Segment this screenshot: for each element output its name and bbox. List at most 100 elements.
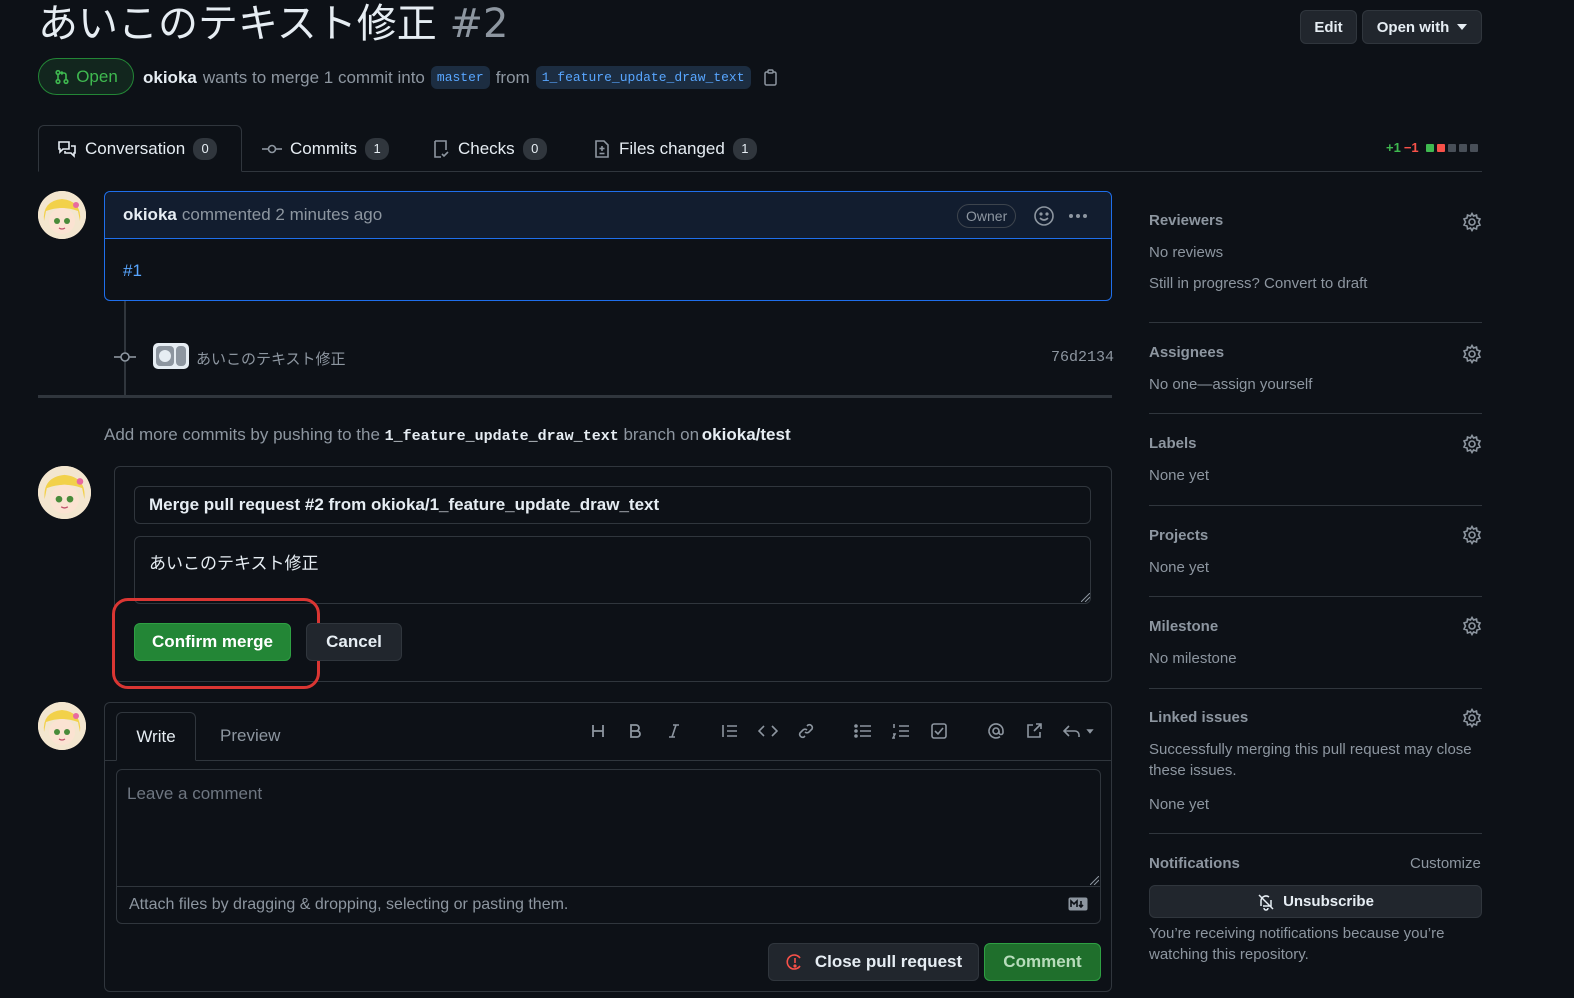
tab-files-changed-label: Files changed <box>619 138 725 158</box>
cross-reference-icon[interactable] <box>1021 718 1047 744</box>
tab-files-changed-count: 1 <box>732 137 757 160</box>
open-with-label: Open with <box>1376 18 1450 36</box>
file-diff-icon <box>595 139 609 158</box>
from-text: from <box>495 67 530 87</box>
reviewers-heading[interactable]: Reviewers <box>1149 212 1223 229</box>
tab-checks[interactable]: Checks 0 <box>432 125 547 172</box>
avatar[interactable] <box>38 466 91 519</box>
gear-icon[interactable] <box>1462 434 1482 454</box>
comment-button[interactable]: Comment <box>984 943 1101 981</box>
status-badge-label: Open <box>76 66 118 86</box>
unsubscribe-label: Unsubscribe <box>1283 893 1374 910</box>
smiley-icon[interactable] <box>1033 205 1055 227</box>
close-pull-request-label: Close pull request <box>814 952 963 971</box>
gear-icon[interactable] <box>1462 708 1482 728</box>
ordered-list-icon[interactable] <box>888 718 914 744</box>
open-with-button[interactable]: Open with <box>1362 10 1482 44</box>
timeline-end-divider <box>38 395 1112 398</box>
resize-handle-icon[interactable] <box>1081 593 1090 602</box>
edit-button-label: Edit <box>1314 18 1343 36</box>
push-hint-repo[interactable]: okioka/test <box>702 425 791 444</box>
kebab-horizontal-icon[interactable] <box>1067 205 1089 227</box>
linked-issues-value: None yet <box>1149 796 1210 813</box>
comment-placeholder: Leave a comment <box>127 784 263 803</box>
milestone-heading[interactable]: Milestone <box>1149 618 1218 635</box>
diffstat: +1 −1 <box>1386 140 1478 155</box>
tab-checks-count: 0 <box>522 137 547 160</box>
push-hint-middle: branch on <box>623 425 700 444</box>
avatar[interactable] <box>38 702 86 750</box>
commit-sha-link[interactable]: 76d2134 <box>1051 349 1114 366</box>
comment-timestamp[interactable]: commented 2 minutes ago <box>182 205 382 225</box>
author-link[interactable]: okioka <box>143 68 197 88</box>
push-hint-prefix: Add more commits by pushing to the <box>104 425 380 444</box>
tab-write-label: Write <box>136 726 176 746</box>
assign-yourself-link[interactable]: No one—assign yourself <box>1149 374 1312 395</box>
gear-icon[interactable] <box>1462 525 1482 545</box>
sidebar-divider <box>1149 322 1482 323</box>
sidebar-divider <box>1149 596 1482 597</box>
commit-message-link[interactable]: あいこのテキスト修正 <box>196 348 346 369</box>
status-badge: Open <box>38 58 134 95</box>
tab-preview[interactable]: Preview <box>220 726 280 746</box>
gear-icon[interactable] <box>1462 212 1482 232</box>
avatar[interactable] <box>38 191 86 239</box>
comment-body-link[interactable]: #1 <box>105 239 1111 303</box>
comment-author[interactable]: okioka <box>123 205 177 225</box>
customize-link[interactable]: Customize <box>1410 855 1481 872</box>
heading-icon[interactable] <box>585 718 611 744</box>
committer-avatar[interactable] <box>153 343 189 369</box>
quote-icon[interactable] <box>717 718 743 744</box>
resize-handle-icon[interactable] <box>1090 876 1099 885</box>
merge-title-input[interactable]: Merge pull request #2 from okioka/1_feat… <box>134 486 1091 524</box>
cancel-button[interactable]: Cancel <box>306 623 402 661</box>
labels-value: None yet <box>1149 467 1210 484</box>
tasklist-icon[interactable] <box>926 718 952 744</box>
tab-commits-count: 1 <box>365 137 390 160</box>
projects-heading[interactable]: Projects <box>1149 527 1208 544</box>
pr-number: #2 <box>449 1 509 47</box>
link-icon[interactable] <box>793 718 819 744</box>
attach-files-hint: Attach files by dragging & dropping, sel… <box>129 896 569 913</box>
sidebar-divider <box>1149 505 1482 506</box>
comment-textarea[interactable]: Leave a comment <box>116 769 1101 887</box>
confirm-merge-button[interactable]: Confirm merge <box>134 623 291 661</box>
owner-badge: Owner <box>957 204 1017 228</box>
saved-replies-icon[interactable] <box>1060 718 1100 744</box>
tab-write[interactable]: Write <box>116 712 196 761</box>
notification-reason: You’re receiving notifications because y… <box>1149 925 1445 963</box>
mention-icon[interactable] <box>983 718 1009 744</box>
git-commit-icon <box>262 144 282 153</box>
notifications-heading: Notifications <box>1149 855 1240 872</box>
checklist-icon <box>434 139 449 158</box>
labels-heading[interactable]: Labels <box>1149 435 1197 452</box>
tab-files-changed[interactable]: Files changed 1 <box>593 125 757 172</box>
edit-button[interactable]: Edit <box>1300 10 1357 44</box>
gear-icon[interactable] <box>1462 344 1482 364</box>
merge-body-textarea[interactable]: あいこのテキスト修正 <box>134 536 1091 604</box>
bold-icon[interactable] <box>622 718 648 744</box>
tab-conversation[interactable]: Conversation 0 <box>38 125 242 172</box>
git-pull-request-icon <box>55 69 69 84</box>
pr-title: あいこのテキスト修正 <box>38 1 437 47</box>
reviewers-value: No reviews <box>1149 244 1224 261</box>
code-icon[interactable] <box>755 718 781 744</box>
comment-discussion-icon <box>58 140 76 158</box>
linked-issues-heading[interactable]: Linked issues <box>1149 709 1248 726</box>
italic-icon[interactable] <box>661 718 687 744</box>
base-branch[interactable]: master <box>430 66 490 89</box>
diffstat-block-added <box>1425 143 1434 152</box>
tab-commits[interactable]: Commits 1 <box>262 125 390 172</box>
close-pull-request-button[interactable]: Close pull request <box>768 943 979 981</box>
copy-icon[interactable] <box>763 68 779 87</box>
convert-to-draft-link[interactable]: Still in progress? Convert to draft <box>1149 273 1367 294</box>
gear-icon[interactable] <box>1462 616 1482 636</box>
diffstat-block-removed <box>1436 143 1445 152</box>
tab-commits-label: Commits <box>290 138 358 158</box>
head-branch[interactable]: 1_feature_update_draw_text <box>535 66 751 89</box>
unordered-list-icon[interactable] <box>850 718 876 744</box>
assignees-heading[interactable]: Assignees <box>1149 344 1224 361</box>
unsubscribe-button[interactable]: Unsubscribe <box>1149 885 1482 918</box>
push-hint-suffix: . <box>786 425 792 444</box>
attach-files-bar[interactable]: Attach files by dragging & dropping, sel… <box>116 886 1101 924</box>
